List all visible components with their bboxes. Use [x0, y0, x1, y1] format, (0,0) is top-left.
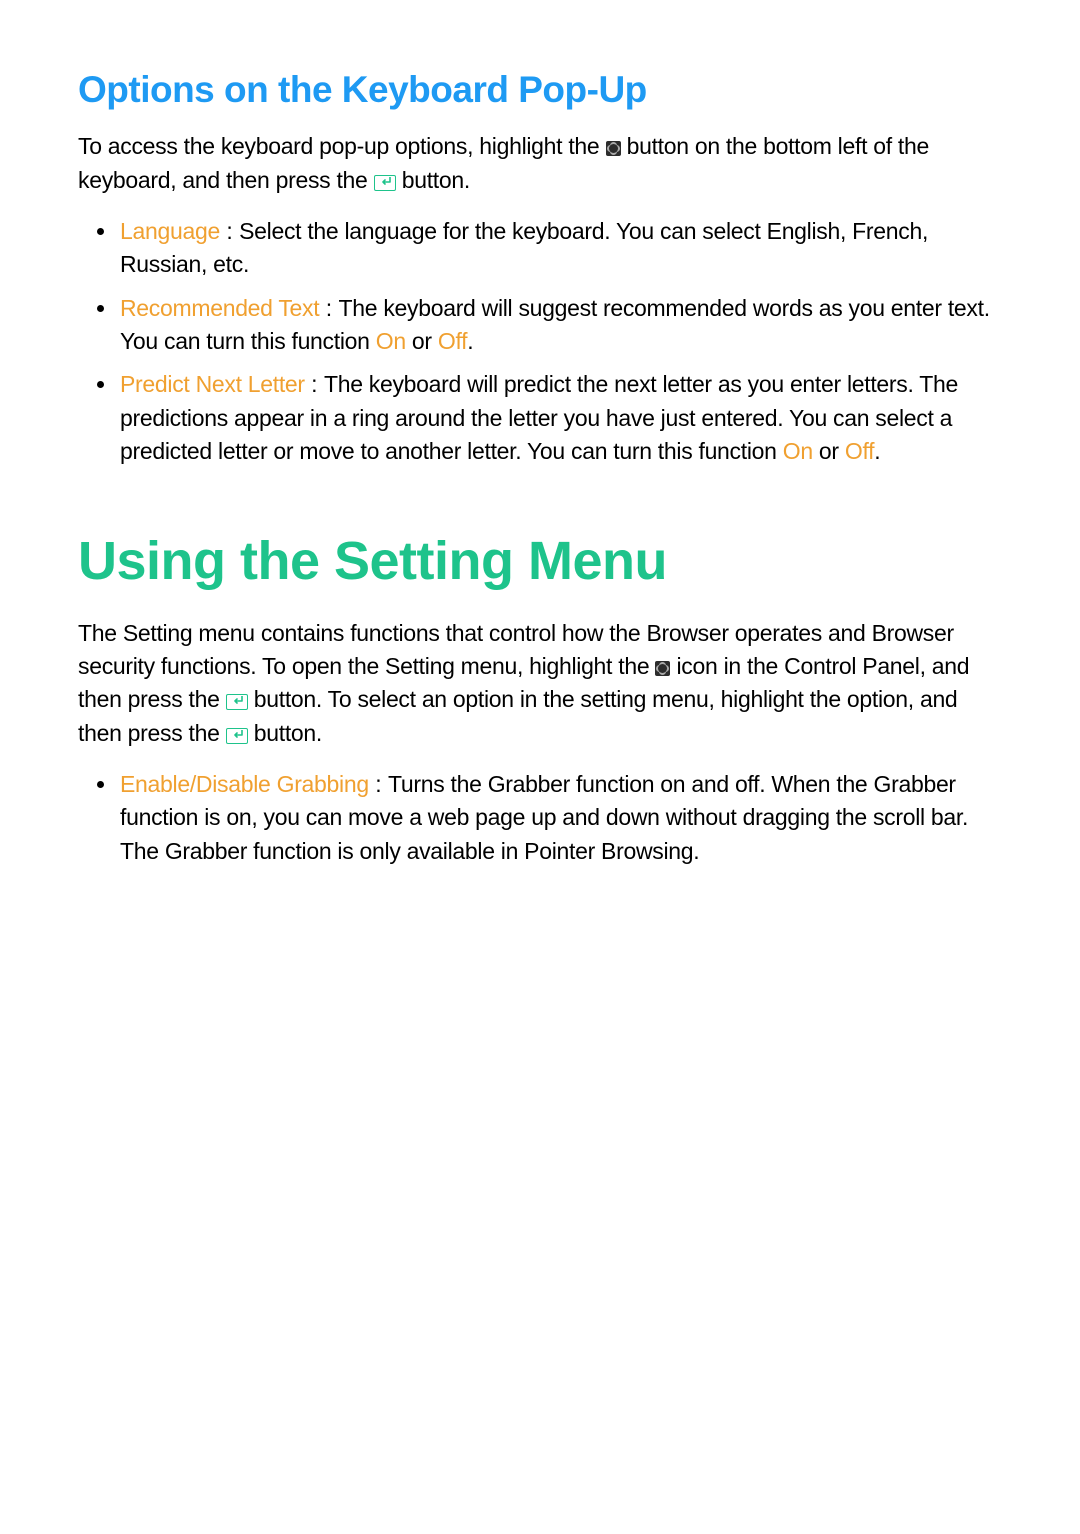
section2-intro: The Setting menu contains functions that…: [78, 617, 1002, 750]
option-body: Select the language for the keyboard. Yo…: [120, 218, 928, 277]
option-term-language: Language: [120, 218, 220, 244]
option-term-grabbing: Enable/Disable Grabbing: [120, 771, 369, 797]
keyword-on: On: [376, 328, 406, 354]
section1-list: Language : Select the language for the k…: [78, 215, 1002, 468]
separator: :: [319, 295, 338, 321]
gear-icon: [655, 661, 670, 676]
text-fragment: or: [813, 438, 845, 464]
text-fragment: .: [874, 438, 880, 464]
separator: :: [369, 771, 388, 797]
section-heading-setting-menu: Using the Setting Menu: [78, 530, 1002, 592]
document-page: Options on the Keyboard Pop-Up To access…: [0, 0, 1080, 868]
enter-icon: [226, 694, 248, 710]
list-item: Language : Select the language for the k…: [118, 215, 1002, 282]
keyword-off: Off: [438, 328, 467, 354]
text-fragment: .: [467, 328, 473, 354]
section2-list: Enable/Disable Grabbing : Turns the Grab…: [78, 768, 1002, 868]
separator: :: [305, 371, 324, 397]
section1-intro: To access the keyboard pop-up options, h…: [78, 130, 1002, 197]
keyword-on: On: [783, 438, 813, 464]
separator: :: [220, 218, 239, 244]
text-fragment: button.: [254, 720, 322, 746]
list-item: Predict Next Letter : The keyboard will …: [118, 368, 1002, 468]
option-term-predict-next-letter: Predict Next Letter: [120, 371, 305, 397]
enter-icon: [374, 175, 396, 191]
list-item: Recommended Text : The keyboard will sug…: [118, 292, 1002, 359]
option-term-recommended-text: Recommended Text: [120, 295, 319, 321]
text-fragment: button.: [402, 167, 470, 193]
text-fragment: To access the keyboard pop-up options, h…: [78, 133, 606, 159]
section-heading-keyboard-options: Options on the Keyboard Pop-Up: [78, 68, 1002, 112]
keyword-off: Off: [845, 438, 874, 464]
list-item: Enable/Disable Grabbing : Turns the Grab…: [118, 768, 1002, 868]
text-fragment: or: [406, 328, 438, 354]
gear-icon: [606, 141, 621, 156]
enter-icon: [226, 728, 248, 744]
